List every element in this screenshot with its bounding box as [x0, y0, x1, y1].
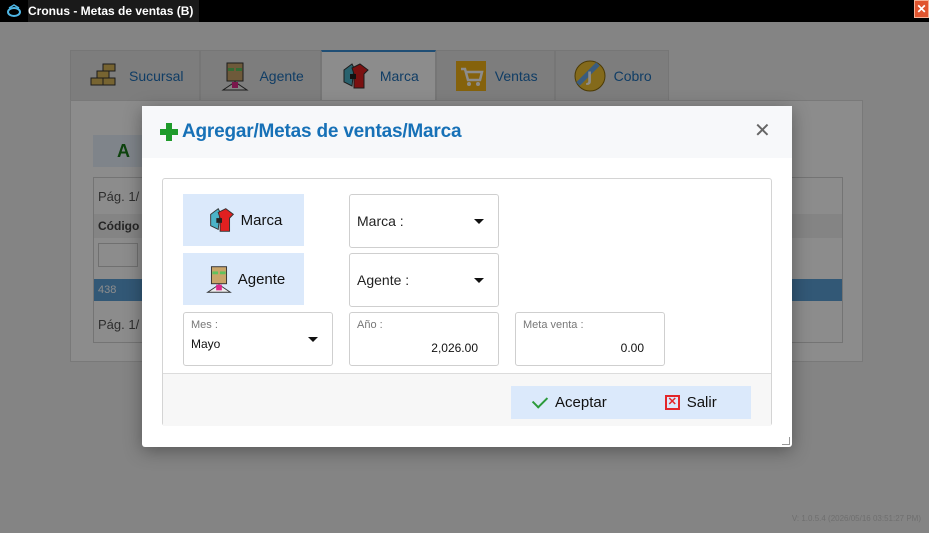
brand-icon	[209, 207, 234, 232]
anio-field[interactable]: Año : 2,026.00	[349, 312, 499, 366]
dialog-footer: Aceptar ✕ Salir	[163, 374, 771, 426]
chevron-down-icon	[474, 219, 484, 224]
dialog-header: Agregar/Metas de ventas/Marca	[142, 106, 792, 158]
agente-button[interactable]: Agente	[183, 253, 304, 305]
meta-venta-label: Meta venta :	[523, 319, 584, 331]
plus-icon	[160, 123, 178, 141]
marca-select[interactable]: Marca :	[349, 194, 499, 248]
anio-label: Año :	[357, 319, 383, 331]
mes-label: Mes :	[191, 319, 218, 331]
exit-button-label: Salir	[686, 394, 717, 411]
marca-button[interactable]: Marca	[183, 194, 304, 246]
chevron-down-icon	[474, 278, 484, 283]
window-title: Cronus - Metas de ventas (B)	[28, 0, 200, 22]
check-icon	[531, 392, 549, 409]
agent-icon	[205, 266, 232, 293]
chevron-down-icon	[308, 337, 318, 342]
marca-button-label: Marca	[240, 211, 283, 229]
exit-button[interactable]: ✕ Salir	[607, 386, 717, 419]
agente-select[interactable]: Agente :	[349, 253, 499, 307]
title-bar: Cronus - Metas de ventas (B) ✕	[0, 0, 929, 22]
window-close-button[interactable]: ✕	[914, 0, 929, 18]
accept-button-label: Aceptar	[555, 394, 607, 411]
mes-value: Mayo	[191, 337, 221, 351]
dialog-close-icon[interactable]: ✕	[754, 121, 771, 141]
accept-button[interactable]: Aceptar	[511, 386, 607, 419]
meta-venta-field[interactable]: Meta venta : 0.00	[515, 312, 665, 366]
agente-select-label: Agente :	[357, 272, 410, 288]
marca-select-label: Marca :	[357, 213, 404, 229]
resize-grip-icon[interactable]	[782, 437, 790, 445]
dialog-title: Agregar/Metas de ventas/Marca	[182, 121, 462, 142]
agente-button-label: Agente	[237, 270, 286, 288]
anio-value: 2,026.00	[431, 341, 478, 355]
meta-venta-value: 0.00	[620, 341, 644, 355]
form-panel: Marca Agente Marca : Agente : Mes : Mayo…	[162, 178, 772, 426]
mes-select[interactable]: Mes : Mayo	[183, 312, 333, 366]
add-sales-goal-dialog: Agregar/Metas de ventas/Marca ✕ Marca Ag…	[142, 106, 792, 447]
cronus-app-icon	[6, 3, 22, 19]
close-box-icon: ✕	[664, 395, 680, 410]
action-bar: Aceptar ✕ Salir	[511, 386, 751, 419]
